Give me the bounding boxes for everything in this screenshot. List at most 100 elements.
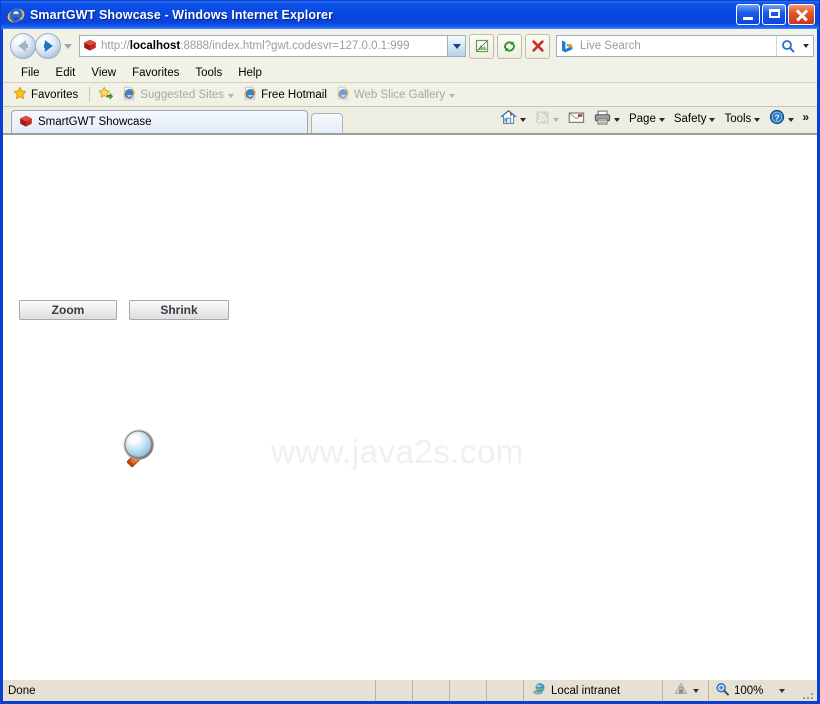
maximize-button[interactable] bbox=[762, 4, 786, 25]
tab-bar: SmartGWT Showcase Page Safety Tools ? » bbox=[3, 107, 817, 134]
new-tab-button[interactable] bbox=[311, 113, 343, 133]
home-button[interactable] bbox=[496, 107, 530, 130]
recent-pages-button[interactable] bbox=[61, 43, 75, 49]
command-bar: Page Safety Tools ? » bbox=[496, 107, 813, 130]
command-bar-overflow-button[interactable]: » bbox=[799, 110, 813, 128]
page-menu-button[interactable]: Page bbox=[625, 111, 669, 127]
favorites-item-web-slice-gallery[interactable]: Web Slice Gallery bbox=[336, 86, 456, 103]
menu-item-tools[interactable]: Tools bbox=[187, 66, 230, 80]
chevron-down-icon bbox=[709, 117, 716, 122]
zoom-level-control[interactable]: 100% bbox=[708, 680, 803, 701]
print-button[interactable] bbox=[590, 108, 624, 130]
rss-feed-icon bbox=[535, 110, 550, 128]
page-menu-label: Page bbox=[628, 112, 656, 125]
chevron-down-icon bbox=[519, 117, 526, 122]
internet-explorer-icon bbox=[7, 6, 25, 24]
favorites-bar: Favorites Suggested Sites Free Hotmail W… bbox=[3, 83, 817, 107]
forward-button[interactable] bbox=[35, 33, 61, 59]
magnifier-image bbox=[119, 425, 169, 475]
status-bar: Done Local intranet 100% bbox=[3, 679, 817, 701]
globe-icon bbox=[532, 682, 547, 699]
back-button[interactable] bbox=[10, 33, 36, 59]
address-dropdown-button[interactable] bbox=[447, 36, 465, 56]
chevron-down-icon bbox=[658, 117, 665, 122]
zoom-level-label: 100% bbox=[734, 684, 764, 697]
menu-item-file[interactable]: File bbox=[13, 66, 48, 80]
favorites-button-label: Favorites bbox=[31, 88, 79, 101]
page-viewport: Zoom Shrink www.java2s.com bbox=[3, 134, 817, 679]
menu-item-view[interactable]: View bbox=[83, 66, 124, 80]
zoom-icon bbox=[715, 682, 730, 699]
favorites-item-label: Free Hotmail bbox=[261, 88, 327, 101]
window-controls bbox=[736, 4, 815, 25]
safety-menu-label: Safety bbox=[673, 112, 707, 125]
search-go-button[interactable] bbox=[776, 36, 799, 56]
page-watermark: www.java2s.com bbox=[271, 433, 524, 470]
help-icon: ? bbox=[769, 109, 785, 128]
star-add-icon bbox=[98, 86, 114, 103]
security-zone-indicator[interactable]: Local intranet bbox=[523, 680, 662, 701]
lock-icon bbox=[673, 682, 689, 699]
resize-grip[interactable] bbox=[803, 680, 817, 701]
address-toolbar: http://localhost:8888/index.html?gwt.cod… bbox=[3, 29, 817, 63]
status-pane bbox=[486, 680, 523, 701]
tab-smartgwt-showcase[interactable]: SmartGWT Showcase bbox=[11, 110, 308, 133]
zoom-button[interactable]: Zoom bbox=[19, 300, 117, 320]
menu-item-favorites[interactable]: Favorites bbox=[124, 66, 187, 80]
favorites-item-free-hotmail[interactable]: Free Hotmail bbox=[243, 86, 327, 103]
feeds-button[interactable] bbox=[531, 108, 563, 130]
close-button[interactable] bbox=[788, 4, 815, 25]
star-icon bbox=[13, 86, 27, 103]
home-icon bbox=[500, 109, 517, 128]
status-text: Done bbox=[8, 684, 36, 697]
mail-button[interactable] bbox=[564, 108, 589, 129]
chevron-down-icon[interactable] bbox=[779, 688, 786, 693]
tools-menu-label: Tools bbox=[724, 112, 752, 125]
red-cube-icon bbox=[83, 38, 97, 55]
mail-icon bbox=[568, 110, 585, 127]
search-box[interactable]: Live Search bbox=[556, 35, 814, 57]
minimize-button[interactable] bbox=[736, 4, 760, 25]
menu-bar: File Edit View Favorites Tools Help bbox=[3, 63, 817, 83]
chevron-down-icon bbox=[613, 117, 620, 122]
shrink-button[interactable]: Shrink bbox=[129, 300, 229, 320]
address-text: http://localhost:8888/index.html?gwt.cod… bbox=[101, 40, 410, 52]
favorites-item-label: Suggested Sites bbox=[140, 88, 225, 101]
add-to-favorites-bar-button[interactable] bbox=[98, 86, 114, 103]
protected-mode-indicator[interactable] bbox=[662, 680, 708, 701]
ie-page-icon bbox=[336, 86, 350, 103]
refresh-button[interactable] bbox=[497, 33, 522, 59]
chevron-down-icon bbox=[228, 93, 235, 98]
favorites-item-suggested-sites[interactable]: Suggested Sites bbox=[122, 86, 235, 103]
window-title: SmartGWT Showcase - Windows Internet Exp… bbox=[30, 8, 334, 22]
favorites-item-label: Web Slice Gallery bbox=[353, 88, 446, 101]
chevron-down-icon bbox=[552, 117, 559, 122]
bing-icon bbox=[557, 39, 577, 53]
search-input[interactable]: Live Search bbox=[577, 40, 776, 52]
menu-item-edit[interactable]: Edit bbox=[48, 66, 84, 80]
ie-page-icon bbox=[122, 86, 136, 103]
chevron-down-icon bbox=[449, 93, 456, 98]
tools-menu-button[interactable]: Tools bbox=[720, 111, 764, 127]
tab-label: SmartGWT Showcase bbox=[38, 116, 152, 128]
help-button[interactable]: ? bbox=[765, 107, 798, 130]
address-bar[interactable]: http://localhost:8888/index.html?gwt.cod… bbox=[79, 35, 466, 57]
status-pane bbox=[449, 680, 486, 701]
svg-text:?: ? bbox=[775, 112, 780, 122]
compatibility-view-button[interactable] bbox=[469, 33, 494, 59]
chevron-down-icon bbox=[692, 688, 699, 693]
search-options-button[interactable] bbox=[799, 36, 813, 56]
title-bar: SmartGWT Showcase - Windows Internet Exp… bbox=[1, 1, 819, 29]
stop-button[interactable] bbox=[525, 33, 550, 59]
security-zone-label: Local intranet bbox=[551, 684, 621, 697]
print-icon bbox=[594, 110, 611, 128]
status-pane bbox=[375, 680, 412, 701]
favorites-button[interactable]: Favorites bbox=[13, 86, 78, 103]
menu-item-help[interactable]: Help bbox=[230, 66, 270, 80]
browser-client-area: http://localhost:8888/index.html?gwt.cod… bbox=[3, 29, 817, 701]
chevron-down-icon bbox=[754, 117, 761, 122]
status-pane bbox=[412, 680, 449, 701]
safety-menu-button[interactable]: Safety bbox=[670, 111, 720, 127]
favorites-separator bbox=[89, 87, 91, 102]
red-cube-icon bbox=[19, 114, 33, 131]
